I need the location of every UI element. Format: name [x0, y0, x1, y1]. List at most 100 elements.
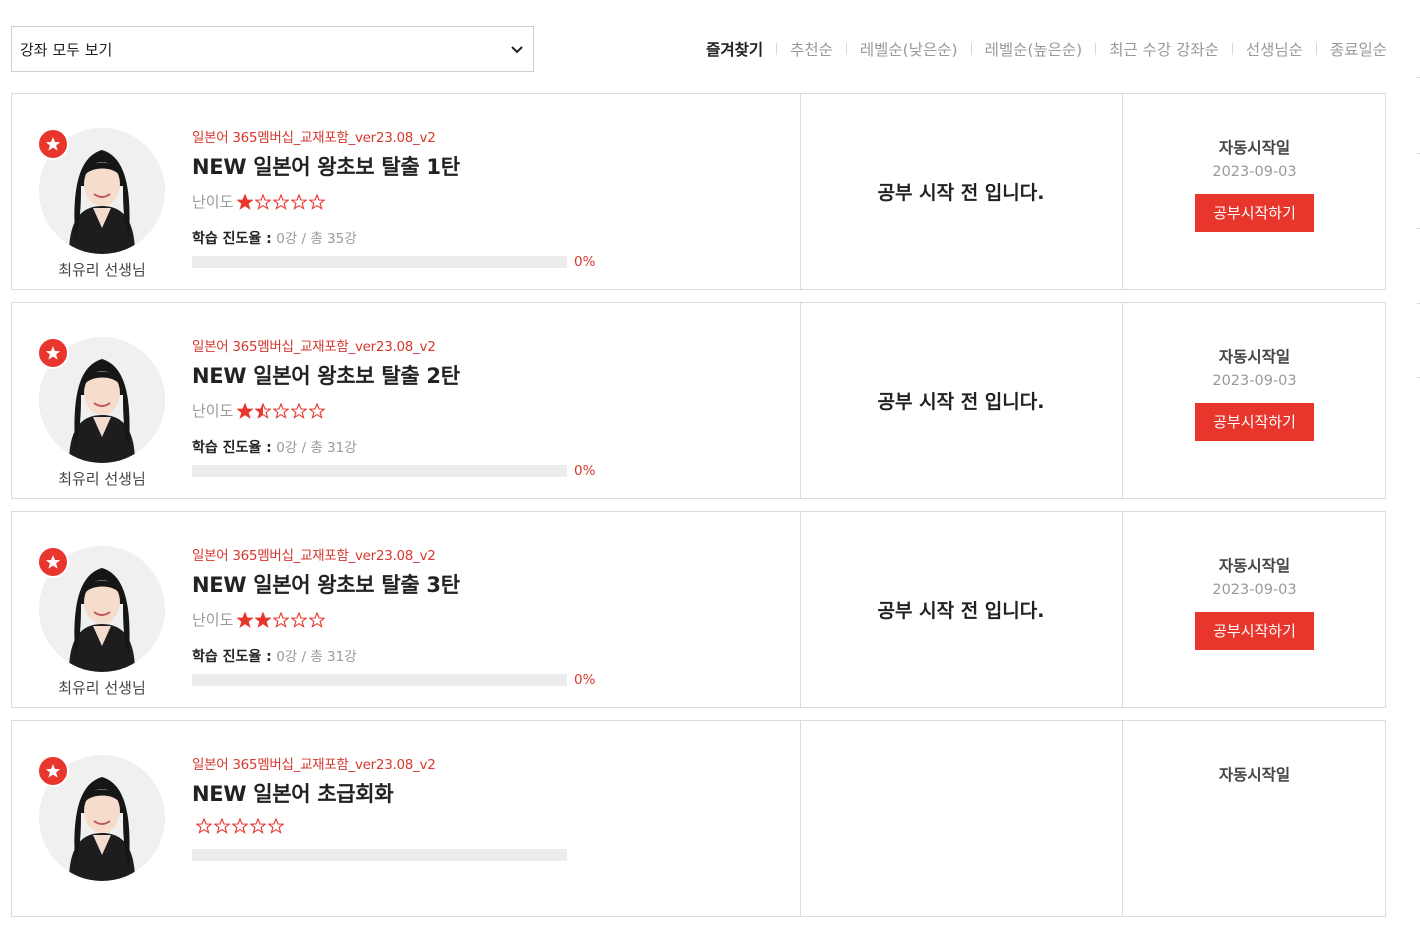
progress-bar: [192, 256, 567, 268]
teacher-name: 최유리 선생님: [58, 679, 146, 697]
favorite-star-icon: [45, 137, 61, 151]
course-card: 최유리 선생님 일본어 365멤버십_교재포함_ver23.08_v2 NEW 일본…: [11, 302, 1386, 499]
progress-summary: 학습 진도율 : 0강 / 총 35강: [192, 227, 612, 248]
toolbar: 강좌 모두 보기 즐겨찾기 추천순 레벨순(낮은순) 레벨순(높은순) 최근 수…: [11, 26, 1387, 74]
sort-recommended[interactable]: 추천순: [790, 38, 833, 60]
study-status: 공부 시작 전 입니다.: [877, 600, 1045, 622]
difficulty-label: 난이도: [192, 402, 234, 420]
course-info: 일본어 365멤버십_교재포함_ver23.08_v2 NEW 일본어 초급회화: [192, 753, 612, 861]
start-study-button[interactable]: 공부시작하기: [1195, 194, 1314, 232]
start-panel: 자동시작일 2023-09-03 공부시작하기: [1122, 512, 1387, 707]
difficulty-label: 난이도: [192, 193, 234, 211]
progress-bar-row: 0%: [192, 254, 612, 270]
course-filter-select[interactable]: 강좌 모두 보기: [11, 26, 534, 72]
teacher-avatar[interactable]: [37, 755, 165, 881]
filled-star-icon: [237, 402, 254, 419]
course-card: 최유리 선생님 일본어 365멤버십_교재포함_ver23.08_v2 NEW 일본…: [11, 93, 1386, 290]
study-status: 공부 시작 전 입니다.: [877, 182, 1045, 204]
progress-percent: 0%: [574, 463, 596, 479]
auto-start-label: 자동시작일: [1218, 766, 1291, 784]
favorite-star-icon: [45, 346, 61, 360]
empty-star-icon: [273, 193, 290, 210]
start-study-button[interactable]: 공부시작하기: [1195, 403, 1314, 441]
teacher-name: 최유리 선생님: [58, 470, 146, 488]
progress-percent: 0%: [574, 254, 596, 270]
difficulty-rating: 난이도: [192, 191, 612, 212]
favorite-button[interactable]: [37, 755, 69, 787]
progress-bar: [192, 465, 567, 477]
divider: [776, 43, 778, 55]
empty-star-icon: [291, 193, 308, 210]
filled-star-icon: [255, 611, 272, 628]
auto-start-date: 2023-09-03: [1212, 373, 1297, 389]
start-panel: 자동시작일: [1122, 721, 1387, 916]
empty-star-icon: [255, 193, 272, 210]
empty-star-icon: [273, 611, 290, 628]
sort-favorites[interactable]: 즐겨찾기: [706, 38, 763, 60]
favorite-button[interactable]: [37, 546, 69, 578]
sort-teacher[interactable]: 선생님순: [1246, 38, 1303, 60]
favorite-star-icon: [45, 764, 61, 778]
teacher-avatar[interactable]: [37, 546, 165, 672]
divider: [1231, 43, 1233, 55]
course-card: 일본어 365멤버십_교재포함_ver23.08_v2 NEW 일본어 초급회화 …: [11, 720, 1386, 917]
difficulty-rating: 난이도: [192, 609, 612, 630]
sort-level-asc[interactable]: 레벨순(낮은순): [860, 38, 958, 60]
course-info: 일본어 365멤버십_교재포함_ver23.08_v2 NEW 일본어 왕초보 탈…: [192, 335, 612, 479]
progress-summary: 학습 진도율 : 0강 / 총 31강: [192, 645, 612, 666]
empty-star-icon: [273, 402, 290, 419]
difficulty-stars: [237, 193, 327, 210]
course-package-tag: 일본어 365멤버십_교재포함_ver23.08_v2: [192, 130, 436, 146]
teacher-name: 최유리 선생님: [58, 261, 146, 279]
course-card: 최유리 선생님 일본어 365멤버십_교재포함_ver23.08_v2 NEW 일본…: [11, 511, 1386, 708]
start-panel: 자동시작일 2023-09-03 공부시작하기: [1122, 94, 1387, 289]
half-star-icon: [255, 402, 272, 419]
divider: [1315, 43, 1317, 55]
empty-star-icon: [196, 818, 212, 834]
auto-start-date: 2023-09-03: [1212, 164, 1297, 180]
course-package-tag: 일본어 365멤버십_교재포함_ver23.08_v2: [192, 757, 436, 773]
progress-bar: [192, 849, 567, 861]
sort-end-date[interactable]: 종료일순: [1330, 38, 1387, 60]
difficulty-stars: [237, 611, 327, 628]
course-title[interactable]: NEW 일본어 초급회화: [192, 778, 612, 808]
course-info: 일본어 365멤버십_교재포함_ver23.08_v2 NEW 일본어 왕초보 탈…: [192, 126, 612, 270]
empty-star-icon: [291, 402, 308, 419]
difficulty-stars: [196, 818, 286, 834]
teacher-avatar[interactable]: [37, 337, 165, 463]
empty-star-icon: [214, 818, 230, 834]
sort-recent[interactable]: 최근 수강 강좌순: [1109, 38, 1219, 60]
progress-bar-row: 0%: [192, 463, 612, 479]
empty-star-icon: [309, 611, 326, 628]
progress-value: 0강 / 총 31강: [276, 440, 357, 456]
course-package-tag: 일본어 365멤버십_교재포함_ver23.08_v2: [192, 548, 436, 564]
course-title[interactable]: NEW 일본어 왕초보 탈출 3탄: [192, 569, 612, 599]
empty-star-icon: [268, 818, 284, 834]
progress-label: 학습 진도율 :: [192, 649, 272, 665]
empty-star-icon: [309, 402, 326, 419]
chevron-down-icon: [511, 46, 523, 54]
sort-level-desc[interactable]: 레벨순(높은순): [985, 38, 1083, 60]
progress-value: 0강 / 총 31강: [276, 649, 357, 665]
favorite-button[interactable]: [37, 337, 69, 369]
difficulty-rating: [192, 818, 612, 834]
progress-summary: 학습 진도율 : 0강 / 총 31강: [192, 436, 612, 457]
teacher-avatar[interactable]: [37, 128, 165, 254]
empty-star-icon: [309, 193, 326, 210]
auto-start-date: 2023-09-03: [1212, 582, 1297, 598]
empty-star-icon: [232, 818, 248, 834]
progress-percent: 0%: [574, 672, 596, 688]
progress-bar-row: [192, 849, 612, 861]
progress-value: 0강 / 총 35강: [276, 231, 357, 247]
course-list: 최유리 선생님 일본어 365멤버십_교재포함_ver23.08_v2 NEW 일본…: [11, 93, 1386, 929]
start-study-button[interactable]: 공부시작하기: [1195, 612, 1314, 650]
course-filter-value: 강좌 모두 보기: [20, 40, 113, 59]
auto-start-label: 자동시작일: [1218, 557, 1291, 575]
course-title[interactable]: NEW 일본어 왕초보 탈출 1탄: [192, 151, 612, 181]
progress-bar-row: 0%: [192, 672, 612, 688]
filled-star-icon: [237, 611, 254, 628]
course-title[interactable]: NEW 일본어 왕초보 탈출 2탄: [192, 360, 612, 390]
favorite-button[interactable]: [37, 128, 69, 160]
progress-label: 학습 진도율 :: [192, 440, 272, 456]
divider: [970, 43, 972, 55]
